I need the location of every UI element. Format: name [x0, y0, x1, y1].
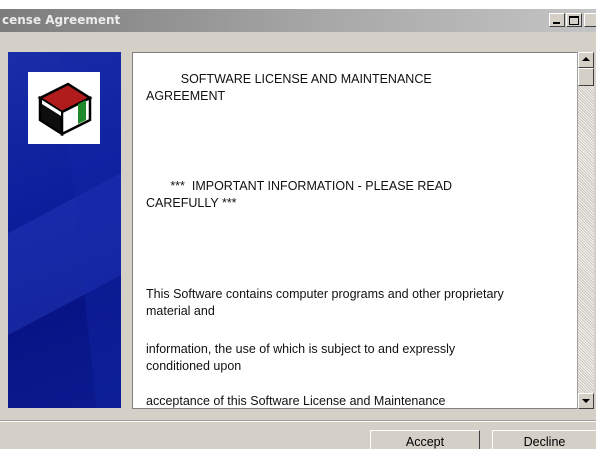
box-logo-icon — [32, 76, 96, 140]
logo — [28, 72, 100, 144]
side-banner — [8, 52, 121, 408]
license-dialog: cense Agreement SOFTWARE LICENSE AND MAI… — [0, 0, 596, 457]
arrow-down-icon — [582, 399, 590, 403]
agreement-heading: SOFTWARE LICENSE AND MAINTENANCE AGREEME… — [146, 72, 432, 103]
maximize-button[interactable] — [566, 13, 582, 27]
bottom-strip — [0, 449, 596, 457]
vertical-scrollbar[interactable] — [577, 52, 594, 409]
window-title: cense Agreement — [2, 13, 121, 27]
arrow-up-icon — [582, 57, 590, 61]
agreement-paragraph: information, the use of which is subject… — [146, 342, 456, 373]
agreement-paragraph: This Software contains computer programs… — [146, 287, 504, 318]
license-text-area[interactable]: SOFTWARE LICENSE AND MAINTENANCE AGREEME… — [132, 52, 577, 409]
scroll-thumb[interactable] — [578, 68, 594, 86]
agreement-paragraph: acceptance of this Software License and … — [146, 394, 446, 408]
minimize-button[interactable] — [549, 13, 565, 27]
top-strip — [0, 0, 596, 9]
close-button[interactable] — [584, 13, 596, 27]
scroll-up-button[interactable] — [578, 52, 594, 68]
important-notice: *** IMPORTANT INFORMATION - PLEASE READ … — [146, 179, 453, 210]
scroll-down-button[interactable] — [578, 393, 594, 409]
title-bar[interactable]: cense Agreement — [0, 9, 596, 32]
